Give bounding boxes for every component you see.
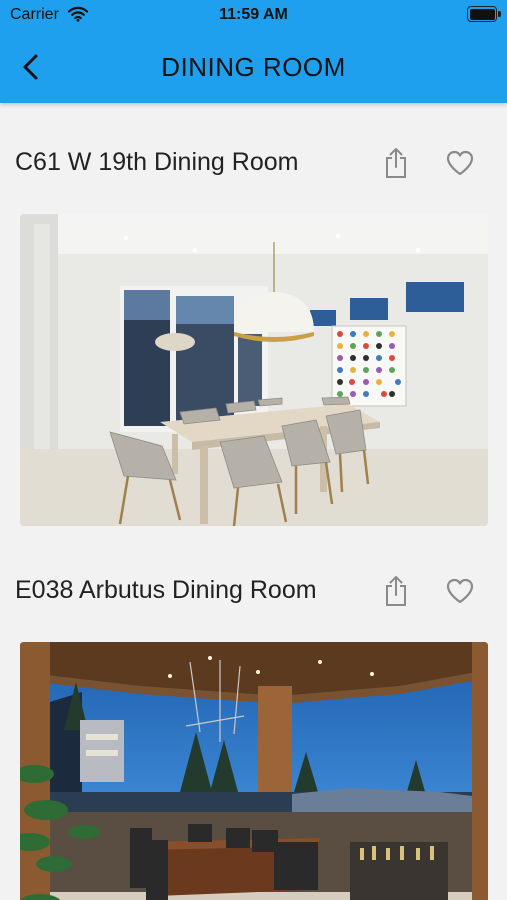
app-header: Carrier 11:59 AM DINING ROOM: [0, 0, 507, 103]
dining-room-photo: [20, 214, 488, 526]
share-icon: [386, 148, 406, 178]
listing-photo[interactable]: [20, 642, 488, 900]
listing-title: C61 W 19th Dining Room: [15, 148, 299, 176]
heart-outline-icon: [446, 578, 474, 604]
favorite-button[interactable]: [442, 571, 478, 611]
listing-photo[interactable]: [20, 214, 488, 526]
listing-feed[interactable]: C61 W 19th Dining Room E038 Arbutus Dini…: [0, 103, 507, 900]
battery-icon: [467, 6, 501, 22]
share-icon: [386, 576, 406, 606]
page-title: DINING ROOM: [161, 52, 346, 82]
share-button[interactable]: [378, 571, 414, 611]
share-button[interactable]: [378, 143, 414, 183]
favorite-button[interactable]: [442, 143, 478, 183]
status-bar: Carrier 11:59 AM: [0, 0, 507, 32]
listing-card: E038 Arbutus Dining Room: [0, 531, 507, 900]
patio-dining-photo: [20, 642, 488, 900]
heart-outline-icon: [446, 150, 474, 176]
listing-card: C61 W 19th Dining Room: [0, 103, 507, 531]
status-time: 11:59 AM: [219, 6, 288, 23]
listing-title: E038 Arbutus Dining Room: [15, 576, 317, 604]
navigation-bar: DINING ROOM: [0, 32, 507, 103]
